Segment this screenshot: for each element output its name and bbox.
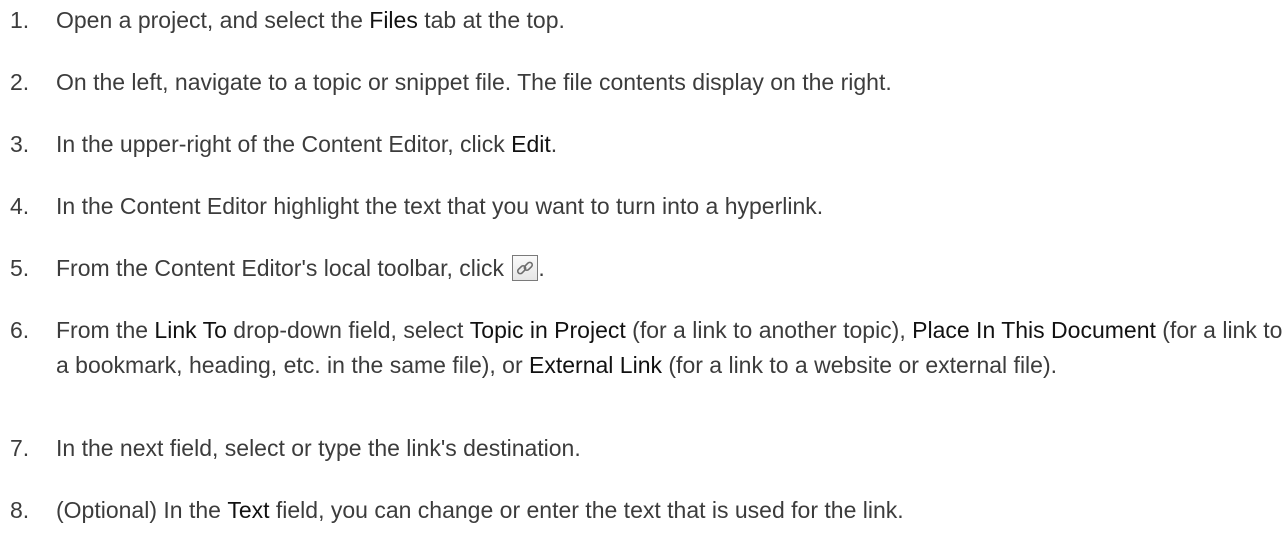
step-number: 1. xyxy=(10,7,30,33)
step-text-segment: tab at the top. xyxy=(417,7,565,33)
step-text: (Optional) In the Text field, you can ch… xyxy=(56,493,1284,528)
step-1: 1. Open a project, and select the Files … xyxy=(10,3,1284,38)
step-text-segment: From the xyxy=(56,317,155,343)
step-text: In the Content Editor highlight the text… xyxy=(56,189,1284,224)
ui-term-files: Files xyxy=(369,7,418,33)
procedure-steps: 1. Open a project, and select the Files … xyxy=(0,0,1288,533)
step-text-segment: Open a project, and select the xyxy=(56,7,370,33)
step-5: 5. From the Content Editor's local toolb… xyxy=(10,251,1284,286)
ui-term-topic-in-project: Topic in Project xyxy=(469,317,626,343)
step-text-segment: On the left, navigate to a topic or snip… xyxy=(56,69,892,95)
step-text-segment: drop-down field, select xyxy=(226,317,470,343)
step-number: 4. xyxy=(10,193,30,219)
step-text-segment: . xyxy=(550,131,558,157)
step-text: In the next field, select or type the li… xyxy=(56,431,1284,466)
step-2: 2. On the left, navigate to a topic or s… xyxy=(10,65,1284,100)
step-7: 7. In the next field, select or type the… xyxy=(10,431,1284,466)
ui-term-place-in-this-document: Place In This Document xyxy=(912,317,1156,343)
step-number: 8. xyxy=(10,497,30,523)
step-text-segment: In the Content Editor highlight the text… xyxy=(56,193,824,219)
step-text-segment: (for a link to a website or external fil… xyxy=(662,352,1057,378)
ui-term-link-to: Link To xyxy=(154,317,227,343)
step-number: 7. xyxy=(10,435,30,461)
step-number: 2. xyxy=(10,69,30,95)
step-6: 6. From the Link To drop-down field, sel… xyxy=(10,313,1284,383)
step-text-segment: field, you can change or enter the text … xyxy=(269,497,904,523)
step-text: From the Content Editor's local toolbar,… xyxy=(56,251,1284,286)
step-text: From the Link To drop-down field, select… xyxy=(56,313,1284,383)
step-text-segment: . xyxy=(538,255,545,281)
step-text-segment: (for a link to another topic), xyxy=(625,317,913,343)
ui-term-edit: Edit xyxy=(511,131,551,157)
step-text-segment: In the next field, select or type the li… xyxy=(56,435,581,461)
step-number: 6. xyxy=(10,317,30,343)
ui-term-text: Text xyxy=(227,497,270,523)
step-8: 8. (Optional) In the Text field, you can… xyxy=(10,493,1284,528)
step-text: Open a project, and select the Files tab… xyxy=(56,3,1284,38)
step-number: 5. xyxy=(10,255,30,281)
step-4: 4. In the Content Editor highlight the t… xyxy=(10,189,1284,224)
step-text: In the upper-right of the Content Editor… xyxy=(56,127,1284,162)
step-text-segment: From the Content Editor's local toolbar,… xyxy=(56,255,511,281)
step-text-segment: (Optional) In the xyxy=(56,497,228,523)
step-number: 3. xyxy=(10,131,30,157)
ui-term-external-link: External Link xyxy=(529,352,662,378)
step-text: On the left, navigate to a topic or snip… xyxy=(56,65,1284,100)
step-text-segment: In the upper-right of the Content Editor… xyxy=(56,131,512,157)
hyperlink-icon xyxy=(512,255,539,281)
step-3: 3. In the upper-right of the Content Edi… xyxy=(10,127,1284,162)
